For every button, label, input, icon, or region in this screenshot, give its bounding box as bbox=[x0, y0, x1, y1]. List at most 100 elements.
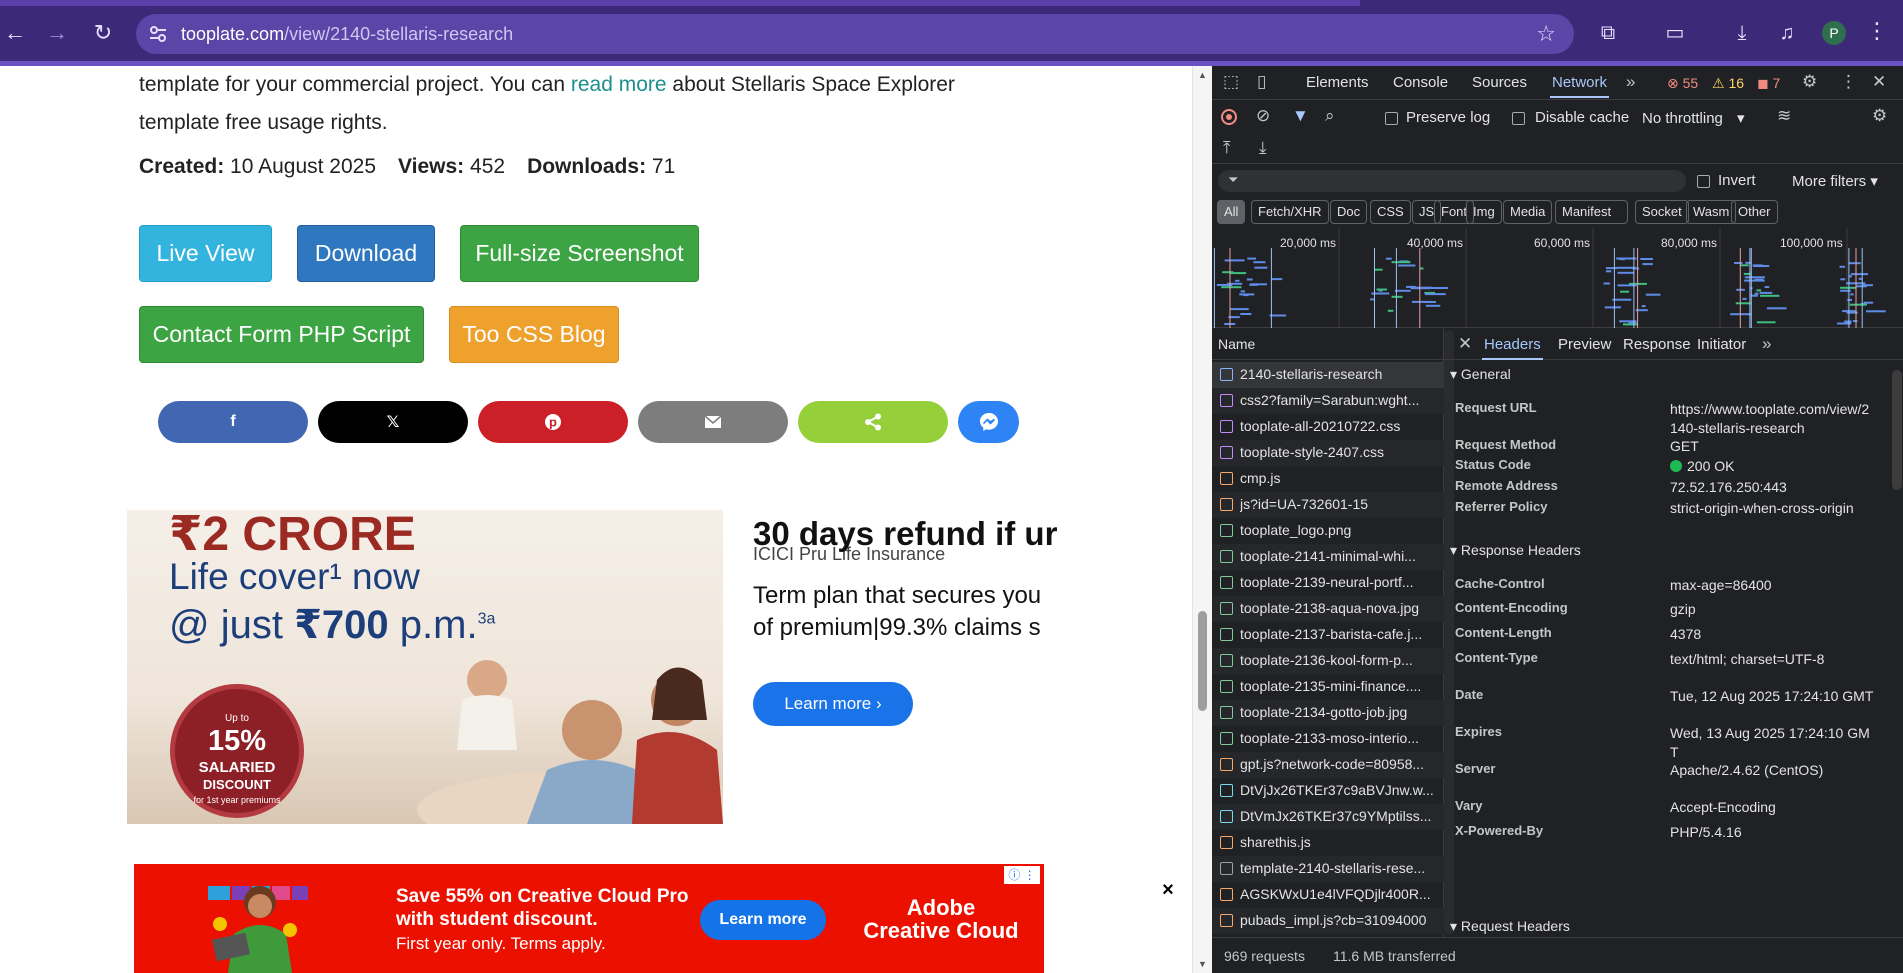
devtools-menu-icon[interactable]: ⋮ bbox=[1840, 72, 1857, 92]
forward-icon[interactable]: → bbox=[42, 18, 72, 48]
type-filter-media[interactable]: Media bbox=[1503, 200, 1553, 224]
request-row[interactable]: pubads_impl.js?cb=31094000 bbox=[1212, 908, 1444, 934]
invert-checkbox[interactable] bbox=[1697, 175, 1710, 188]
share-x-button[interactable]: 𝕏 bbox=[318, 401, 468, 443]
tab-console[interactable]: Console bbox=[1393, 74, 1448, 91]
css-blog-button[interactable]: Too CSS Blog bbox=[449, 306, 619, 363]
type-filter-img[interactable]: Img bbox=[1466, 200, 1502, 224]
disable-cache-checkbox[interactable] bbox=[1512, 112, 1525, 125]
page-scrollbar[interactable]: ▲ ▼ bbox=[1192, 66, 1212, 973]
preserve-log-checkbox[interactable] bbox=[1385, 112, 1398, 125]
request-row[interactable]: tooplate-2137-barista-cafe.j... bbox=[1212, 622, 1444, 648]
tab-response[interactable]: Response bbox=[1623, 336, 1691, 353]
details-scroll-thumb[interactable] bbox=[1892, 370, 1902, 490]
type-filter-css[interactable]: CSS bbox=[1370, 200, 1411, 224]
live-view-button[interactable]: Live View bbox=[139, 225, 272, 282]
request-row[interactable]: DtVjJx26TKEr37c9aBVJnw.w... bbox=[1212, 778, 1444, 804]
throttling-select[interactable]: No throttling ▾ bbox=[1642, 109, 1745, 127]
request-row[interactable]: AGSKWxU1e4lVFQDjlr400R... bbox=[1212, 882, 1444, 908]
request-row[interactable]: cmp.js bbox=[1212, 466, 1444, 492]
issues-count-badge[interactable]: ◼ 7 bbox=[1757, 75, 1780, 92]
more-detail-tabs-icon[interactable]: » bbox=[1762, 334, 1771, 354]
import-har-icon[interactable]: ⤒ bbox=[1223, 138, 1231, 158]
address-bar[interactable]: tooplate.com/view/2140-stellaris-researc… bbox=[136, 14, 1574, 54]
name-column-header[interactable]: Name bbox=[1212, 328, 1444, 360]
more-filters-dropdown[interactable]: More filters ▾ bbox=[1792, 172, 1878, 190]
adobe-learn-more-button[interactable]: Learn more bbox=[700, 900, 826, 940]
request-row[interactable]: DtVmJx26TKEr37c9YMptilss... bbox=[1212, 804, 1444, 830]
ad-learn-more-button[interactable]: Learn more › bbox=[753, 682, 913, 726]
tab-sources[interactable]: Sources bbox=[1472, 74, 1527, 91]
tab-network[interactable]: Network bbox=[1549, 74, 1610, 98]
request-row[interactable]: tooplate-2138-aqua-nova.jpg bbox=[1212, 596, 1444, 622]
request-row[interactable]: sharethis.js bbox=[1212, 830, 1444, 856]
download-icon[interactable]: ⤓ bbox=[1729, 20, 1755, 46]
export-har-icon[interactable]: ⤓ bbox=[1259, 138, 1267, 158]
tab-elements[interactable]: Elements bbox=[1306, 74, 1369, 91]
share-pinterest-button[interactable]: p bbox=[478, 401, 628, 443]
warning-count-badge[interactable]: ⚠ 16 bbox=[1712, 75, 1744, 92]
request-row[interactable]: tooplate-2134-gotto-job.jpg bbox=[1212, 700, 1444, 726]
request-row[interactable]: gpt.js?network-code=80958... bbox=[1212, 752, 1444, 778]
cast-icon[interactable]: ▭ bbox=[1662, 20, 1688, 46]
network-conditions-icon[interactable]: ≋ bbox=[1777, 106, 1791, 126]
settings-gear-icon[interactable]: ⚙ bbox=[1802, 72, 1817, 92]
record-icon[interactable] bbox=[1221, 109, 1237, 125]
clear-icon[interactable]: ⊘ bbox=[1256, 106, 1270, 126]
request-row[interactable]: tooplate-2139-neural-portf... bbox=[1212, 570, 1444, 596]
type-filter-wasm[interactable]: Wasm bbox=[1686, 200, 1737, 224]
inspect-element-icon[interactable]: ⬚ bbox=[1223, 72, 1239, 92]
close-devtools-icon[interactable]: ✕ bbox=[1872, 72, 1886, 92]
adobe-banner-ad[interactable]: Save 55% on Creative Cloud Pro with stud… bbox=[134, 864, 1044, 973]
request-row[interactable]: css2?family=Sarabun:wght... bbox=[1212, 388, 1444, 414]
response-headers-toggle[interactable]: ▾ Response Headers bbox=[1450, 542, 1890, 566]
download-button[interactable]: Download bbox=[297, 225, 435, 282]
request-row[interactable]: tooplate-style-2407.css bbox=[1212, 440, 1444, 466]
site-settings-icon[interactable] bbox=[148, 24, 168, 44]
close-details-icon[interactable]: ✕ bbox=[1458, 334, 1472, 354]
extensions-icon[interactable]: ⧉ bbox=[1595, 20, 1621, 46]
error-count-badge[interactable]: ⊗ 55 bbox=[1667, 75, 1698, 92]
request-row[interactable]: tooplate-2141-minimal-whi... bbox=[1212, 544, 1444, 570]
request-row[interactable]: js?id=UA-732601-15 bbox=[1212, 492, 1444, 518]
device-toolbar-icon[interactable]: ▯ bbox=[1257, 72, 1266, 92]
request-row[interactable]: tooplate-2133-moso-interio... bbox=[1212, 726, 1444, 752]
type-filter-manifest[interactable]: Manifest bbox=[1555, 200, 1628, 224]
reload-icon[interactable]: ↻ bbox=[88, 18, 118, 48]
request-row[interactable]: tooplate_logo.png bbox=[1212, 518, 1444, 544]
type-filter-all[interactable]: All bbox=[1217, 200, 1246, 224]
type-filter-fetchxhr[interactable]: Fetch/XHR bbox=[1251, 200, 1329, 224]
request-row[interactable]: tooplate-2136-kool-form-p... bbox=[1212, 648, 1444, 674]
bookmark-star-icon[interactable]: ☆ bbox=[1536, 21, 1556, 47]
tab-headers[interactable]: Headers bbox=[1482, 336, 1543, 360]
type-filter-socket[interactable]: Socket bbox=[1635, 200, 1689, 224]
tab-initiator[interactable]: Initiator bbox=[1697, 336, 1746, 353]
share-messenger-button[interactable] bbox=[958, 401, 1019, 443]
share-sharethis-button[interactable] bbox=[798, 401, 948, 443]
tab-preview[interactable]: Preview bbox=[1558, 336, 1611, 353]
back-icon[interactable]: ← bbox=[0, 18, 30, 48]
network-settings-icon[interactable]: ⚙ bbox=[1872, 106, 1887, 126]
share-email-button[interactable] bbox=[638, 401, 788, 443]
request-row[interactable]: tooplate-2135-mini-finance.... bbox=[1212, 674, 1444, 700]
type-filter-doc[interactable]: Doc bbox=[1330, 200, 1368, 224]
share-facebook-button[interactable]: f bbox=[158, 401, 308, 443]
full-size-screenshot-button[interactable]: Full-size Screenshot bbox=[460, 225, 699, 282]
more-tabs-icon[interactable]: » bbox=[1626, 72, 1635, 92]
general-section-toggle[interactable]: ▾ General bbox=[1450, 366, 1890, 390]
close-ad-icon[interactable]: × bbox=[1158, 880, 1178, 900]
page-scroll-thumb[interactable] bbox=[1198, 611, 1207, 711]
adchoices-icon[interactable]: ⓘ ⋮ bbox=[1004, 866, 1040, 884]
request-row[interactable]: 2140-stellaris-research bbox=[1212, 362, 1444, 388]
filter-icon[interactable]: ▼ bbox=[1292, 106, 1309, 126]
media-icon[interactable]: ♫ bbox=[1774, 20, 1800, 46]
request-row[interactable]: tooplate-all-20210722.css bbox=[1212, 414, 1444, 440]
ad-headline[interactable]: 30 days refund if ur bbox=[753, 515, 1058, 553]
filter-input[interactable]: ⏷ bbox=[1218, 170, 1686, 192]
contact-form-button[interactable]: Contact Form PHP Script bbox=[139, 306, 424, 363]
type-filter-other[interactable]: Other bbox=[1731, 200, 1778, 224]
request-row[interactable]: template-2140-stellaris-rese... bbox=[1212, 856, 1444, 882]
insurance-ad-image[interactable]: ₹2 CRORE Life cover¹ now @ just ₹700 p.m… bbox=[127, 510, 723, 824]
read-more-link[interactable]: read more bbox=[571, 73, 667, 96]
menu-icon[interactable]: ⋮ bbox=[1866, 18, 1888, 44]
